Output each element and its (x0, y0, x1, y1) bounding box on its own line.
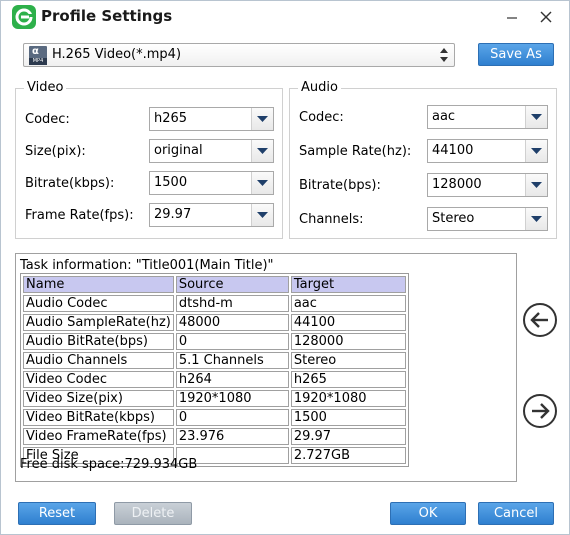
row-source: 5.1 Channels (175, 352, 289, 369)
video-format-icon: α MP4 (29, 46, 47, 65)
row-target: 128000 (290, 333, 406, 350)
profile-select[interactable]: α MP4 H.265 Video(*.mp4) (23, 43, 455, 67)
table-row: Audio Codec dtshd-m aac (23, 295, 406, 312)
row-target: h265 (290, 371, 406, 388)
save-as-button[interactable]: Save As (478, 43, 554, 66)
minimize-button[interactable] (501, 7, 523, 27)
free-disk-space: Free disk space:729.934GB (20, 457, 198, 472)
audio-channels-label: Channels: (299, 212, 364, 227)
audio-sample-rate-select[interactable]: 44100 (427, 139, 548, 163)
chevron-down-icon[interactable] (525, 140, 547, 162)
video-group-title: Video (24, 80, 67, 95)
audio-bitrate-label: Bitrate(bps): (299, 178, 381, 193)
row-target: 1500 (290, 409, 406, 426)
video-frame-rate-label: Frame Rate(fps): (25, 208, 134, 223)
chevron-down-icon[interactable] (525, 106, 547, 128)
chevron-down-icon[interactable] (251, 140, 273, 162)
table-row: Audio SampleRate(hz) 48000 44100 (23, 314, 406, 331)
row-name: Audio Codec (23, 295, 174, 312)
task-info-panel: Task information: "Title001(Main Title)"… (15, 253, 517, 482)
audio-bitrate-select[interactable]: 128000 (427, 173, 548, 197)
title-bar: Profile Settings (1, 1, 569, 33)
row-source: 0 (175, 333, 289, 350)
table-row: Audio Channels 5.1 Channels Stereo (23, 352, 406, 369)
previous-arrow-icon[interactable] (522, 302, 558, 338)
row-target: 1920*1080 (290, 390, 406, 407)
table-row: Audio BitRate(bps) 0 128000 (23, 333, 406, 350)
chevron-down-icon[interactable] (251, 108, 273, 130)
delete-button[interactable]: Delete (114, 502, 192, 525)
spin-arrows-icon[interactable] (438, 46, 450, 64)
column-header-name: Name (23, 276, 174, 293)
close-button[interactable] (535, 7, 557, 27)
video-size-label: Size(pix): (25, 144, 86, 159)
video-frame-rate-select[interactable]: 29.97 (149, 203, 274, 227)
task-info-title: Task information: "Title001(Main Title)" (20, 258, 274, 273)
task-info-table: Name Source Target Audio Codec dtshd-m aac… (20, 273, 409, 467)
row-target: 2.727GB (290, 447, 406, 464)
chevron-down-icon[interactable] (251, 204, 273, 226)
row-name: Video Codec (23, 371, 174, 388)
video-codec-label: Codec: (25, 112, 70, 127)
table-row: Video FrameRate(fps) 23.976 29.97 (23, 428, 406, 445)
row-source: 1920*1080 (175, 390, 289, 407)
row-name: Video BitRate(kbps) (23, 409, 174, 426)
cancel-button[interactable]: Cancel (478, 502, 554, 525)
audio-codec-select[interactable]: aac (427, 105, 548, 129)
chevron-down-icon[interactable] (525, 174, 547, 196)
video-bitrate-select[interactable]: 1500 (149, 171, 274, 195)
chevron-down-icon[interactable] (525, 208, 547, 230)
audio-channels-select[interactable]: Stereo (427, 207, 548, 231)
row-name: Video FrameRate(fps) (23, 428, 174, 445)
column-header-source: Source (175, 276, 289, 293)
video-settings-group: Video Codec: h265 Size(pix): original Bi… (15, 80, 283, 239)
row-name: Audio Channels (23, 352, 174, 369)
row-target: 29.97 (290, 428, 406, 445)
video-codec-select[interactable]: h265 (149, 107, 274, 131)
profile-settings-window: Profile Settings α MP4 H.265 Video(*.mp4… (0, 0, 570, 535)
chevron-down-icon[interactable] (251, 172, 273, 194)
audio-group-title: Audio (298, 80, 341, 95)
row-source: h264 (175, 371, 289, 388)
column-header-target: Target (290, 276, 406, 293)
video-bitrate-label: Bitrate(kbps): (25, 176, 115, 191)
next-arrow-icon[interactable] (522, 393, 558, 429)
profile-value: H.265 Video(*.mp4) (52, 47, 182, 62)
row-name: Video Size(pix) (23, 390, 174, 407)
audio-settings-group: Audio Codec: aac Sample Rate(hz): 44100 … (289, 80, 557, 239)
table-row: Video Size(pix) 1920*1080 1920*1080 (23, 390, 406, 407)
reset-button[interactable]: Reset (18, 502, 96, 525)
audio-codec-label: Codec: (299, 110, 344, 125)
row-target: aac (290, 295, 406, 312)
app-logo-icon (12, 5, 36, 29)
row-target: 44100 (290, 314, 406, 331)
video-size-select[interactable]: original (149, 139, 274, 163)
table-row: Video BitRate(kbps) 0 1500 (23, 409, 406, 426)
row-source: 48000 (175, 314, 289, 331)
row-source: 0 (175, 409, 289, 426)
table-header-row: Name Source Target (23, 276, 406, 293)
row-source: 23.976 (175, 428, 289, 445)
audio-sample-rate-label: Sample Rate(hz): (299, 144, 412, 159)
row-name: Audio SampleRate(hz) (23, 314, 174, 331)
row-name: Audio BitRate(bps) (23, 333, 174, 350)
row-target: Stereo (290, 352, 406, 369)
table-row: Video Codec h264 h265 (23, 371, 406, 388)
row-source: dtshd-m (175, 295, 289, 312)
window-title: Profile Settings (41, 7, 173, 25)
ok-button[interactable]: OK (390, 502, 466, 525)
